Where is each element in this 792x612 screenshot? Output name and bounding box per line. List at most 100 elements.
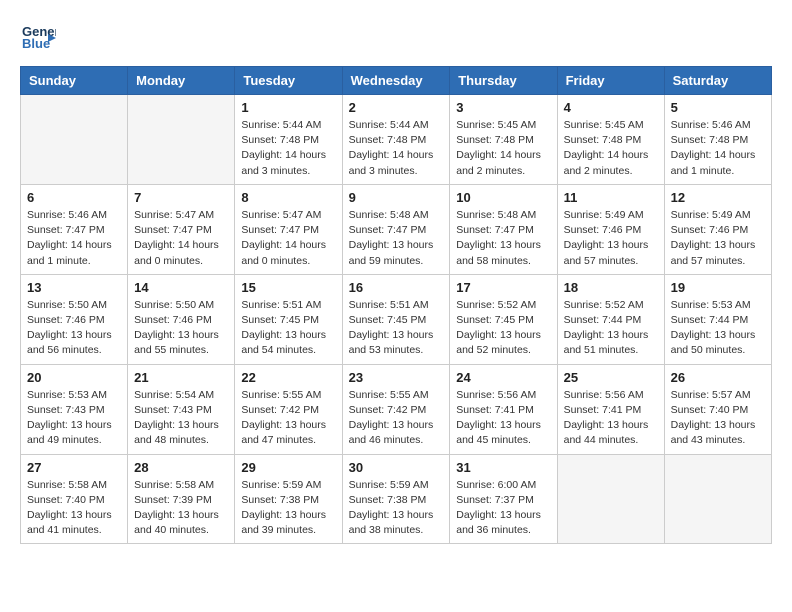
calendar-cell: 24Sunrise: 5:56 AM Sunset: 7:41 PM Dayli… xyxy=(450,364,557,454)
calendar-week-4: 20Sunrise: 5:53 AM Sunset: 7:43 PM Dayli… xyxy=(21,364,772,454)
day-info: Sunrise: 5:58 AM Sunset: 7:39 PM Dayligh… xyxy=(134,478,228,539)
day-number: 25 xyxy=(564,370,658,385)
day-number: 11 xyxy=(564,190,658,205)
calendar-cell xyxy=(664,454,771,544)
day-number: 19 xyxy=(671,280,765,295)
calendar-cell: 20Sunrise: 5:53 AM Sunset: 7:43 PM Dayli… xyxy=(21,364,128,454)
calendar-cell: 15Sunrise: 5:51 AM Sunset: 7:45 PM Dayli… xyxy=(235,274,342,364)
header: General Blue xyxy=(20,20,772,56)
calendar-cell: 31 Sunrise: 6:00 AM Sunset: 7:37 PM Dayli… xyxy=(450,454,557,544)
day-number: 22 xyxy=(241,370,335,385)
day-info: Sunrise: 5:55 AM Sunset: 7:42 PM Dayligh… xyxy=(241,388,335,449)
day-info: Sunrise: 5:49 AM Sunset: 7:46 PM Dayligh… xyxy=(564,208,658,269)
day-info: Sunrise: 5:59 AM Sunset: 7:38 PM Dayligh… xyxy=(349,478,444,539)
day-number: 29 xyxy=(241,460,335,475)
day-number: 23 xyxy=(349,370,444,385)
day-info: Sunrise: 5:49 AM Sunset: 7:46 PM Dayligh… xyxy=(671,208,765,269)
calendar-header-friday: Friday xyxy=(557,67,664,95)
calendar-week-3: 13 Sunrise: 5:50 AM Sunset: 7:46 PM Dayli… xyxy=(21,274,772,364)
day-number: 17 xyxy=(456,280,550,295)
calendar-week-1: 1 Sunrise: 5:44 AM Sunset: 7:48 PM Daylig… xyxy=(21,95,772,185)
day-info: Sunrise: 5:50 AM Sunset: 7:46 PM Dayligh… xyxy=(134,298,228,359)
calendar-cell: 23 Sunrise: 5:55 AM Sunset: 7:42 PM Dayli… xyxy=(342,364,450,454)
day-number: 12 xyxy=(671,190,765,205)
day-number: 6 xyxy=(27,190,121,205)
day-info: Sunrise: 5:58 AM Sunset: 7:40 PM Dayligh… xyxy=(27,478,121,539)
day-info: Sunrise: 5:53 AM Sunset: 7:44 PM Dayligh… xyxy=(671,298,765,359)
calendar-header-monday: Monday xyxy=(128,67,235,95)
calendar-cell: 3 Sunrise: 5:45 AM Sunset: 7:48 PM Daylig… xyxy=(450,95,557,185)
day-number: 4 xyxy=(564,100,658,115)
day-number: 30 xyxy=(349,460,444,475)
calendar-cell: 19 Sunrise: 5:53 AM Sunset: 7:44 PM Dayli… xyxy=(664,274,771,364)
day-info: Sunrise: 5:47 AM Sunset: 7:47 PM Dayligh… xyxy=(134,208,228,269)
calendar-cell: 10 Sunrise: 5:48 AM Sunset: 7:47 PM Dayli… xyxy=(450,184,557,274)
day-number: 1 xyxy=(241,100,335,115)
calendar-cell xyxy=(21,95,128,185)
day-info: Sunrise: 5:55 AM Sunset: 7:42 PM Dayligh… xyxy=(349,388,444,449)
day-info: Sunrise: 5:46 AM Sunset: 7:48 PM Dayligh… xyxy=(671,118,765,179)
calendar-cell: 25 Sunrise: 5:56 AM Sunset: 7:41 PM Dayli… xyxy=(557,364,664,454)
calendar-header-row: SundayMondayTuesdayWednesdayThursdayFrid… xyxy=(21,67,772,95)
day-number: 26 xyxy=(671,370,765,385)
calendar-cell xyxy=(557,454,664,544)
calendar-cell: 12 Sunrise: 5:49 AM Sunset: 7:46 PM Dayli… xyxy=(664,184,771,274)
calendar-cell: 13 Sunrise: 5:50 AM Sunset: 7:46 PM Dayli… xyxy=(21,274,128,364)
day-info: Sunrise: 5:45 AM Sunset: 7:48 PM Dayligh… xyxy=(456,118,550,179)
day-number: 16 xyxy=(349,280,444,295)
svg-text:Blue: Blue xyxy=(22,36,50,51)
day-number: 7 xyxy=(134,190,228,205)
day-number: 21 xyxy=(134,370,228,385)
day-number: 18 xyxy=(564,280,658,295)
day-info: Sunrise: 5:50 AM Sunset: 7:46 PM Dayligh… xyxy=(27,298,121,359)
logo-icon: General Blue xyxy=(20,20,56,56)
day-number: 8 xyxy=(241,190,335,205)
day-info: Sunrise: 5:48 AM Sunset: 7:47 PM Dayligh… xyxy=(349,208,444,269)
day-number: 27 xyxy=(27,460,121,475)
calendar-cell: 22 Sunrise: 5:55 AM Sunset: 7:42 PM Dayli… xyxy=(235,364,342,454)
day-number: 24 xyxy=(456,370,550,385)
calendar-week-2: 6 Sunrise: 5:46 AM Sunset: 7:47 PM Daylig… xyxy=(21,184,772,274)
day-number: 13 xyxy=(27,280,121,295)
day-info: Sunrise: 5:54 AM Sunset: 7:43 PM Dayligh… xyxy=(134,388,228,449)
calendar-header-sunday: Sunday xyxy=(21,67,128,95)
calendar-cell: 30 Sunrise: 5:59 AM Sunset: 7:38 PM Dayli… xyxy=(342,454,450,544)
day-number: 5 xyxy=(671,100,765,115)
calendar-cell: 26Sunrise: 5:57 AM Sunset: 7:40 PM Dayli… xyxy=(664,364,771,454)
logo: General Blue xyxy=(20,20,60,56)
calendar-cell: 27 Sunrise: 5:58 AM Sunset: 7:40 PM Dayli… xyxy=(21,454,128,544)
day-number: 2 xyxy=(349,100,444,115)
calendar-header-saturday: Saturday xyxy=(664,67,771,95)
day-number: 10 xyxy=(456,190,550,205)
calendar-cell: 4 Sunrise: 5:45 AM Sunset: 7:48 PM Daylig… xyxy=(557,95,664,185)
calendar-header-tuesday: Tuesday xyxy=(235,67,342,95)
calendar-cell: 6 Sunrise: 5:46 AM Sunset: 7:47 PM Daylig… xyxy=(21,184,128,274)
day-info: Sunrise: 5:47 AM Sunset: 7:47 PM Dayligh… xyxy=(241,208,335,269)
day-info: Sunrise: 5:52 AM Sunset: 7:45 PM Dayligh… xyxy=(456,298,550,359)
calendar-cell: 17 Sunrise: 5:52 AM Sunset: 7:45 PM Dayli… xyxy=(450,274,557,364)
day-number: 31 xyxy=(456,460,550,475)
day-number: 3 xyxy=(456,100,550,115)
calendar-cell: 11 Sunrise: 5:49 AM Sunset: 7:46 PM Dayli… xyxy=(557,184,664,274)
calendar-cell: 28Sunrise: 5:58 AM Sunset: 7:39 PM Dayli… xyxy=(128,454,235,544)
day-info: Sunrise: 5:51 AM Sunset: 7:45 PM Dayligh… xyxy=(241,298,335,359)
day-info: Sunrise: 5:45 AM Sunset: 7:48 PM Dayligh… xyxy=(564,118,658,179)
day-info: Sunrise: 5:56 AM Sunset: 7:41 PM Dayligh… xyxy=(564,388,658,449)
calendar-header-thursday: Thursday xyxy=(450,67,557,95)
calendar-cell: 5 Sunrise: 5:46 AM Sunset: 7:48 PM Daylig… xyxy=(664,95,771,185)
day-info: Sunrise: 5:53 AM Sunset: 7:43 PM Dayligh… xyxy=(27,388,121,449)
calendar-cell: 18 Sunrise: 5:52 AM Sunset: 7:44 PM Dayli… xyxy=(557,274,664,364)
day-info: Sunrise: 6:00 AM Sunset: 7:37 PM Dayligh… xyxy=(456,478,550,539)
calendar-week-5: 27 Sunrise: 5:58 AM Sunset: 7:40 PM Dayli… xyxy=(21,454,772,544)
day-info: Sunrise: 5:44 AM Sunset: 7:48 PM Dayligh… xyxy=(241,118,335,179)
day-info: Sunrise: 5:46 AM Sunset: 7:47 PM Dayligh… xyxy=(27,208,121,269)
calendar-cell: 7 Sunrise: 5:47 AM Sunset: 7:47 PM Daylig… xyxy=(128,184,235,274)
day-info: Sunrise: 5:48 AM Sunset: 7:47 PM Dayligh… xyxy=(456,208,550,269)
calendar-table: SundayMondayTuesdayWednesdayThursdayFrid… xyxy=(20,66,772,544)
day-info: Sunrise: 5:44 AM Sunset: 7:48 PM Dayligh… xyxy=(349,118,444,179)
day-info: Sunrise: 5:52 AM Sunset: 7:44 PM Dayligh… xyxy=(564,298,658,359)
calendar-cell: 21 Sunrise: 5:54 AM Sunset: 7:43 PM Dayli… xyxy=(128,364,235,454)
calendar-cell: 1 Sunrise: 5:44 AM Sunset: 7:48 PM Daylig… xyxy=(235,95,342,185)
calendar-header-wednesday: Wednesday xyxy=(342,67,450,95)
day-number: 9 xyxy=(349,190,444,205)
